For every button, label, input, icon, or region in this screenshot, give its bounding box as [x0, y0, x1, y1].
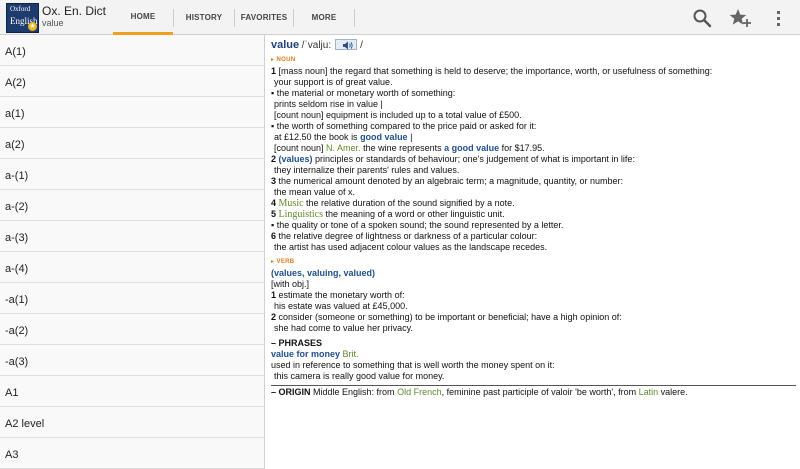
triangle-icon: ▸: [271, 259, 275, 266]
grammar-note: [with obj.]: [271, 279, 310, 290]
sense-4: 4 Music the relative duration of the sou…: [271, 198, 515, 210]
sense-5: 5 Linguistics the meaning of a word or o…: [271, 209, 505, 221]
entry-headword-line: value /ˈvalju: /: [271, 39, 796, 51]
tab-divider: [354, 9, 355, 27]
speaker-icon[interactable]: [334, 39, 357, 51]
subject-label: Music: [278, 198, 304, 210]
list-item[interactable]: A3: [0, 438, 264, 469]
list-item[interactable]: a-(2): [0, 190, 264, 221]
phrase-link[interactable]: value for money: [271, 349, 340, 359]
example: she had come to value her privacy.: [274, 323, 413, 334]
phrase-definition: used in reference to something that is w…: [271, 360, 555, 371]
example: his estate was valued at £45,000.: [274, 301, 408, 312]
list-item[interactable]: a(1): [0, 97, 264, 128]
region-label: Brit.: [340, 349, 359, 360]
word-list[interactable]: A(1) A(2) a(1) a(2) a-(1) a-(2) a-(3) a-…: [0, 35, 265, 469]
list-item[interactable]: a(2): [0, 128, 264, 159]
phrase-link[interactable]: a good value: [444, 143, 499, 153]
logo-badge-icon: ★: [28, 22, 37, 31]
verb-sense-1: 1 estimate the monetary worth of:: [271, 290, 405, 301]
current-word: value: [42, 18, 64, 28]
language-label: Latin: [638, 387, 659, 398]
sense-6: 6 the relative degree of lightness or da…: [271, 231, 538, 242]
example: [count noun] equipment is included up to…: [274, 110, 522, 121]
subsense: ▪ the quality or tone of a spoken sound;…: [271, 220, 564, 231]
list-item[interactable]: -a(2): [0, 314, 264, 345]
list-item[interactable]: A1: [0, 376, 264, 407]
pronunciation-end: /: [360, 40, 363, 51]
list-item[interactable]: -a(3): [0, 345, 264, 376]
origin-line: – ORIGIN Middle English: from Old French…: [271, 385, 796, 398]
pos-verb-line: ▸ VERB: [271, 255, 796, 268]
example: prints seldom rise in value |: [274, 99, 383, 110]
tab-home[interactable]: HOME: [113, 0, 173, 35]
example: your support is of great value.: [274, 77, 393, 88]
logo-text-oxford: Oxford: [10, 5, 31, 13]
pos-noun-line: ▸ NOUN: [271, 53, 796, 66]
list-item[interactable]: A(1): [0, 35, 264, 66]
example: at £12.50 the book is good value |: [274, 132, 413, 143]
list-item[interactable]: a-(1): [0, 159, 264, 190]
subject-label: Linguistics: [278, 209, 323, 221]
triangle-icon: ▸: [271, 57, 275, 64]
subsense: ▪ the worth of something compared to the…: [271, 121, 537, 132]
headword: value: [271, 39, 300, 51]
region-label: N. Amer.: [326, 143, 361, 154]
tab-history[interactable]: HISTORY: [174, 0, 234, 35]
star-add-icon[interactable]: [728, 6, 752, 30]
dictionary-entry: value /ˈvalju: / ▸ NOUN 1 [mass noun] th…: [271, 39, 796, 398]
list-item[interactable]: A(2): [0, 66, 264, 97]
action-bar: Oxford English ★ Ox. En. Dict value HOME…: [0, 0, 800, 35]
sense-3: 3 the numerical amount denoted by an alg…: [271, 176, 624, 187]
example: [count noun] N. Amer. the wine represent…: [274, 143, 545, 154]
search-icon[interactable]: [690, 6, 714, 30]
verb-sense-2: 2 consider (someone or something) to be …: [271, 312, 622, 323]
tab-more[interactable]: MORE: [294, 0, 354, 35]
list-item[interactable]: a-(4): [0, 252, 264, 283]
list-item[interactable]: A2 level: [0, 407, 264, 438]
subsense: ▪ the material or monetary worth of some…: [271, 88, 456, 99]
language-label: Old French: [397, 387, 442, 398]
sense-1: 1 [mass noun] the regard that something …: [271, 66, 713, 77]
app-title: Ox. En. Dict: [42, 4, 107, 18]
sense-2: 2 (values) principles or standards of be…: [271, 154, 635, 165]
example: this camera is really good value for mon…: [274, 371, 445, 382]
example: the artist has used adjacent colour valu…: [274, 242, 548, 253]
list-item[interactable]: -a(1): [0, 283, 264, 314]
list-item[interactable]: a-(3): [0, 221, 264, 252]
phrase-entry: value for money Brit.: [271, 349, 796, 360]
origin-heading: – ORIGIN: [271, 387, 311, 398]
pronunciation: /ˈvalju:: [301, 40, 332, 51]
app-logo-icon[interactable]: Oxford English ★: [6, 3, 39, 33]
tab-favorites[interactable]: FAVORITES: [235, 0, 293, 35]
pos-label: NOUN: [276, 57, 296, 64]
phrase-link[interactable]: good value: [360, 132, 408, 142]
phrases-heading: – PHRASES: [271, 338, 323, 349]
example: the mean value of x.: [274, 187, 356, 198]
example: they internalize their parents' rules an…: [274, 165, 460, 176]
pos-label: VERB: [276, 259, 295, 266]
overflow-menu-icon[interactable]: [768, 6, 788, 30]
verb-forms: (values, valuing, valued): [271, 268, 376, 279]
